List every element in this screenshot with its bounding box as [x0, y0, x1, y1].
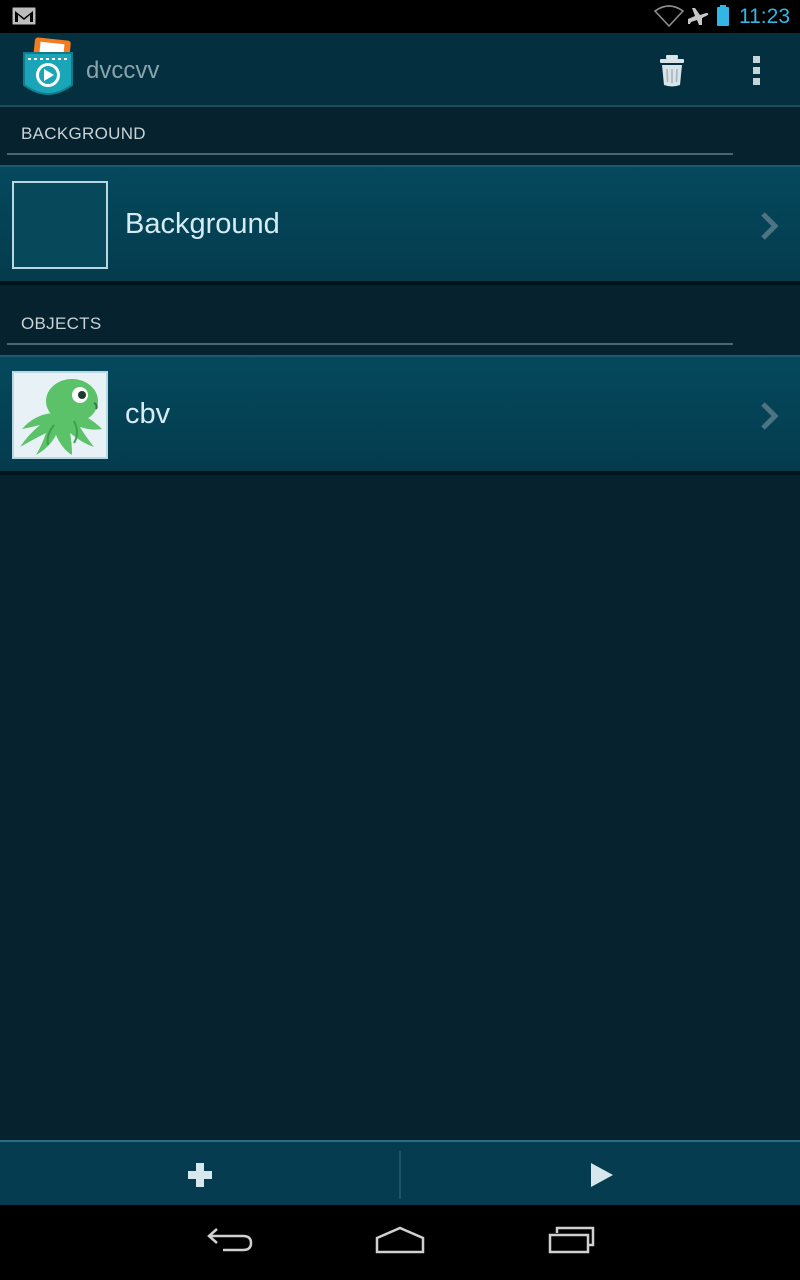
- list-item-label: Background: [125, 208, 280, 240]
- list-item-label: cbv: [125, 398, 171, 430]
- list-item-background[interactable]: Background: [0, 165, 800, 285]
- action-bar: dvccvv: [0, 33, 800, 107]
- trash-icon[interactable]: [652, 51, 692, 91]
- overflow-menu-icon[interactable]: [744, 51, 770, 91]
- status-bar: 11:23: [0, 0, 800, 33]
- add-icon: [188, 1163, 212, 1187]
- battery-icon: [717, 5, 729, 26]
- clock: 11:23: [739, 5, 790, 28]
- navigation-bar: [0, 1205, 800, 1280]
- screen: 11:23 dvccvv BACKGROUND Background OBJEC…: [0, 0, 800, 1280]
- play-button[interactable]: [401, 1142, 800, 1207]
- airplane-icon: [688, 8, 709, 25]
- app-logo-icon[interactable]: [20, 37, 76, 101]
- section-title-background: BACKGROUND: [21, 124, 146, 143]
- wifi-icon: [654, 5, 684, 27]
- home-icon[interactable]: [374, 1225, 426, 1255]
- object-thumbnail: [12, 371, 108, 459]
- app-title: dvccvv: [86, 57, 160, 84]
- section-divider: [7, 343, 733, 345]
- octopus-icon: [20, 379, 102, 455]
- chevron-right-icon: [761, 212, 779, 240]
- add-button[interactable]: [0, 1142, 399, 1207]
- section-title-objects: OBJECTS: [21, 314, 102, 333]
- list-item-object[interactable]: cbv: [0, 355, 800, 475]
- chevron-right-icon: [761, 402, 779, 430]
- section-divider: [7, 153, 733, 155]
- section-header-objects: OBJECTS: [0, 297, 800, 355]
- play-icon: [591, 1163, 613, 1187]
- bottom-bar: [0, 1140, 800, 1207]
- gmail-icon: [12, 7, 36, 25]
- back-icon[interactable]: [205, 1225, 255, 1255]
- recent-apps-icon[interactable]: [547, 1225, 595, 1255]
- section-header-background: BACKGROUND: [0, 107, 800, 165]
- background-thumbnail: [12, 181, 108, 269]
